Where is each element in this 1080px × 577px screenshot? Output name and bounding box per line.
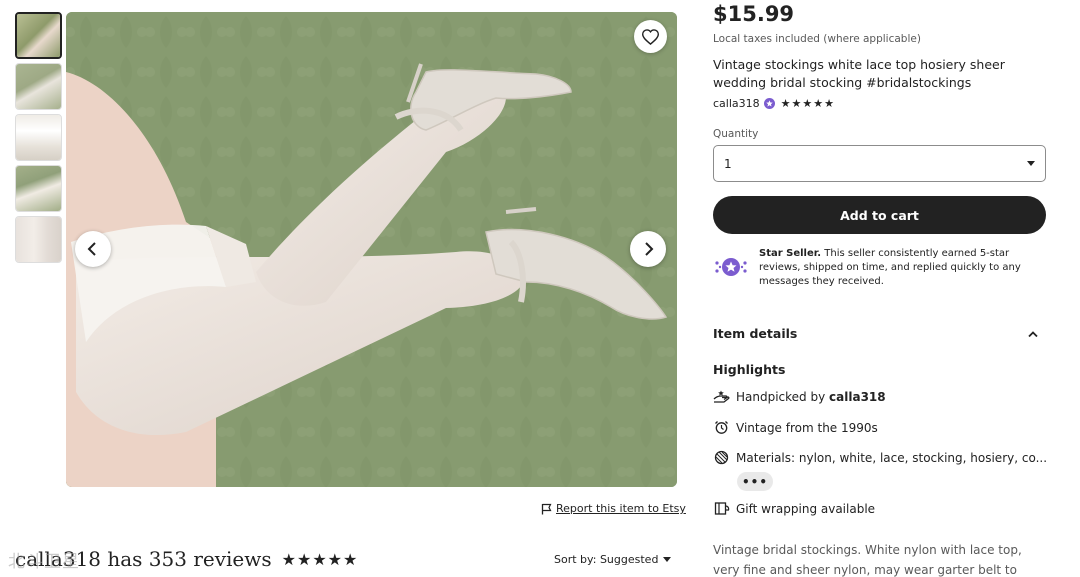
quantity-value: 1 bbox=[724, 156, 732, 171]
reviews-count-title: calla318 has 353 reviews bbox=[15, 547, 272, 571]
add-to-cart-button[interactable]: Add to cart bbox=[713, 196, 1046, 234]
star-seller-icon bbox=[713, 249, 749, 285]
product-photo-illustration bbox=[66, 12, 677, 487]
highlight-gift-wrapping: Gift wrapping available bbox=[713, 500, 1048, 517]
caret-down-icon bbox=[663, 557, 672, 562]
quantity-label: Quantity bbox=[713, 128, 759, 140]
materials-icon bbox=[713, 449, 730, 466]
handpicked-text: Handpicked by calla318 bbox=[736, 389, 886, 404]
highlight-handpicked: Handpicked by calla318 bbox=[713, 388, 1048, 405]
chevron-left-icon bbox=[87, 242, 96, 256]
gift-wrapping-text: Gift wrapping available bbox=[736, 501, 876, 516]
more-materials-button[interactable]: ••• bbox=[737, 472, 773, 491]
caret-down-icon bbox=[1027, 161, 1035, 166]
report-item-link[interactable]: Report this item to Etsy bbox=[541, 502, 686, 515]
price: $15.99 bbox=[713, 2, 795, 26]
heart-icon bbox=[642, 28, 659, 45]
item-details-label: Item details bbox=[713, 326, 798, 341]
chevron-up-icon bbox=[1028, 330, 1038, 337]
report-item-label[interactable]: Report this item to Etsy bbox=[556, 502, 686, 515]
alarm-clock-icon bbox=[713, 419, 730, 436]
next-image-button[interactable] bbox=[630, 231, 666, 267]
sort-dropdown[interactable]: Sort by: Suggested bbox=[554, 553, 672, 566]
materials-text: Materials: nylon, white, lace, stocking,… bbox=[736, 450, 1048, 465]
thumbnail-2[interactable] bbox=[15, 63, 62, 110]
flag-icon bbox=[541, 503, 552, 514]
vintage-text: Vintage from the 1990s bbox=[736, 420, 878, 435]
favorite-button[interactable] bbox=[634, 20, 667, 53]
star-seller-badge-icon bbox=[763, 98, 775, 109]
highlight-materials: Materials: nylon, white, lace, stocking,… bbox=[713, 449, 1048, 466]
seller-row: calla318 ★★★★★ bbox=[713, 97, 835, 110]
quantity-select[interactable]: 1 bbox=[713, 145, 1046, 182]
reviews-heading: calla318 has 353 reviews ★★★★★ bbox=[15, 547, 358, 571]
hand-icon bbox=[713, 388, 730, 405]
thumbnail-1[interactable] bbox=[15, 12, 62, 59]
gift-wrap-icon bbox=[713, 500, 730, 517]
star-seller-info: Star Seller. This seller consistently ea… bbox=[713, 247, 1048, 289]
main-product-image bbox=[66, 12, 677, 487]
highlight-vintage: Vintage from the 1990s bbox=[713, 419, 1048, 436]
highlights-heading: Highlights bbox=[713, 362, 786, 377]
star-seller-text: Star Seller. This seller consistently ea… bbox=[759, 248, 1021, 287]
seller-name-link[interactable]: calla318 bbox=[713, 97, 760, 110]
thumbnail-5[interactable] bbox=[15, 216, 62, 263]
reviews-rating-stars: ★★★★★ bbox=[281, 549, 359, 569]
thumbnail-3[interactable] bbox=[15, 114, 62, 161]
sort-label: Sort by: Suggested bbox=[554, 553, 659, 566]
listing-title: Vintage stockings white lace top hosiery… bbox=[713, 57, 1005, 90]
item-description: Vintage bridal stockings. White nylon wi… bbox=[713, 543, 1022, 577]
previous-image-button[interactable] bbox=[75, 231, 111, 267]
thumbnail-4[interactable] bbox=[15, 165, 62, 212]
item-details-toggle[interactable]: Item details bbox=[713, 326, 1043, 341]
chevron-right-icon bbox=[645, 242, 654, 256]
tax-note: Local taxes included (where applicable) bbox=[713, 33, 921, 45]
thumbnail-strip bbox=[15, 12, 62, 267]
seller-rating-stars: ★★★★★ bbox=[780, 97, 835, 110]
